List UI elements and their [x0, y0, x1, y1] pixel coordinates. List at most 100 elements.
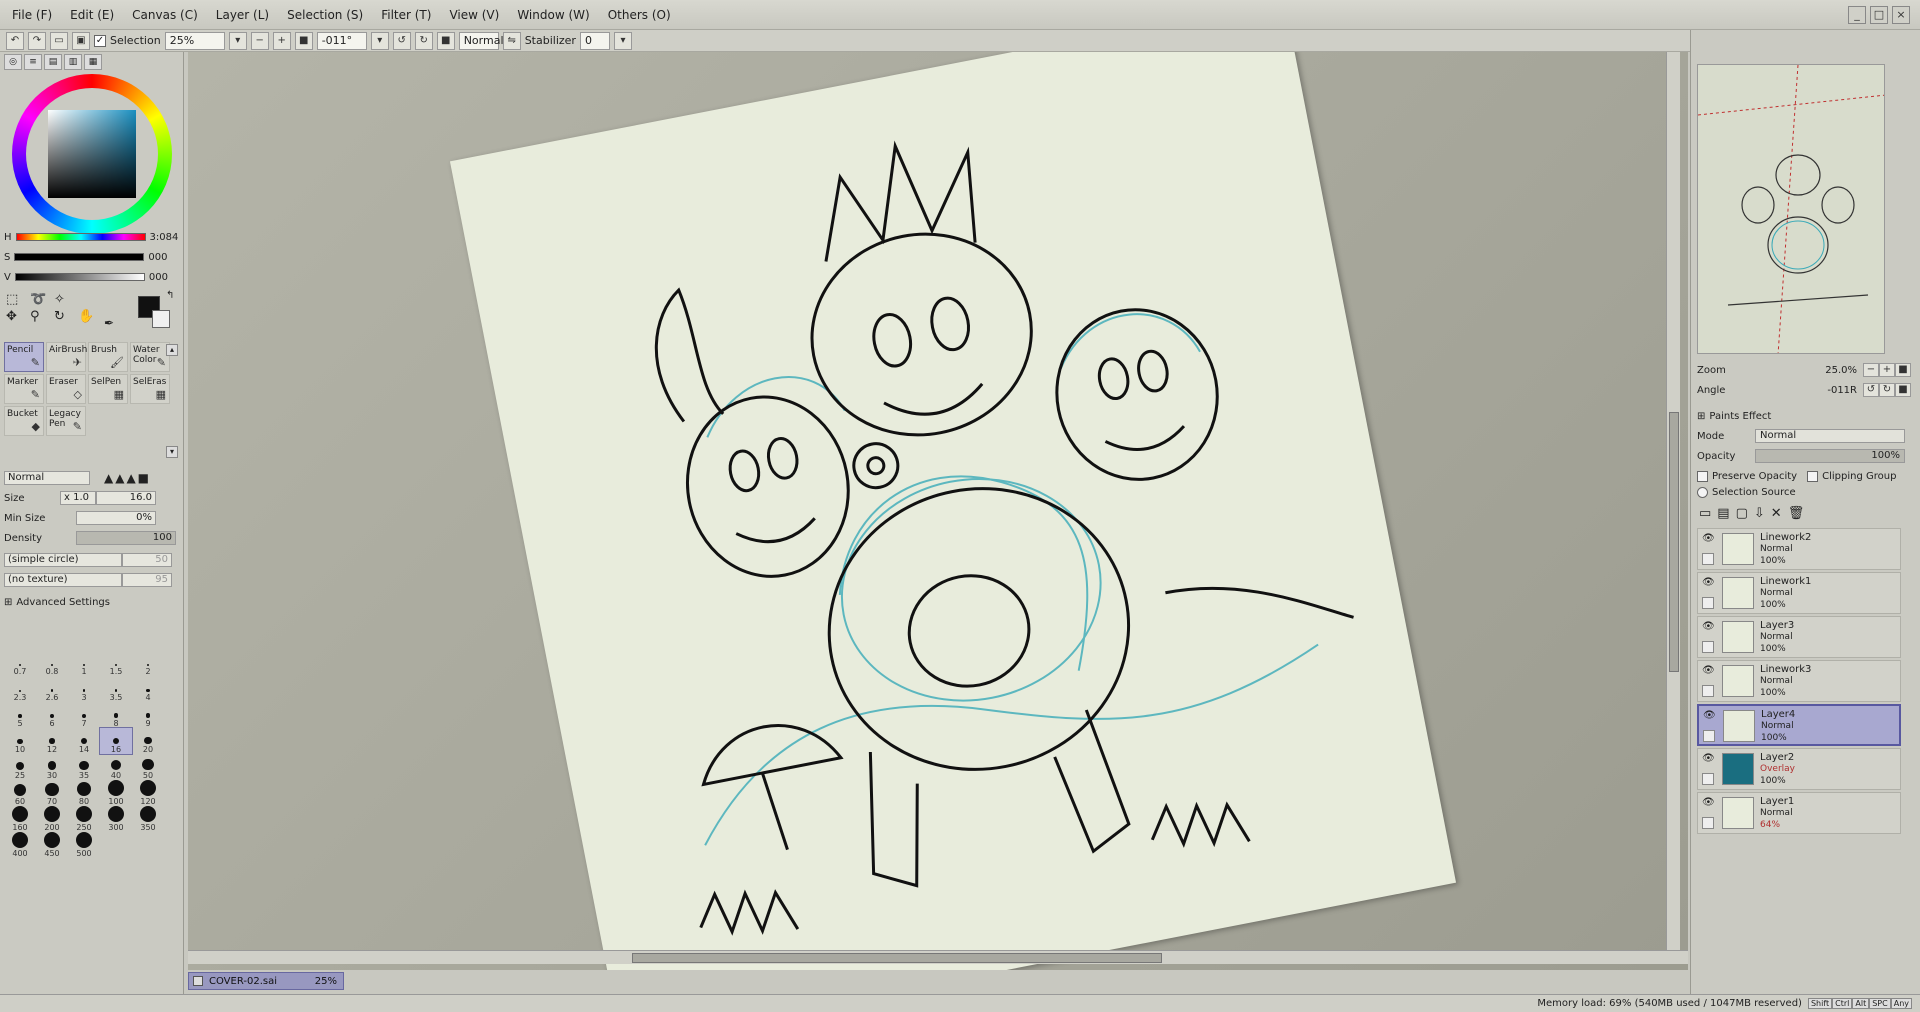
- tool-selpen[interactable]: SelPen ▦: [88, 374, 128, 404]
- menu-item-edit[interactable]: Edit (E): [70, 8, 114, 22]
- menu-item-view[interactable]: View (V): [449, 8, 499, 22]
- brush-size-preset[interactable]: 120: [132, 780, 164, 806]
- rect-select-icon[interactable]: ⬚: [6, 292, 28, 307]
- menu-item-window[interactable]: Window (W): [517, 8, 589, 22]
- new-folder-icon[interactable]: ▢: [1736, 506, 1748, 521]
- close-button[interactable]: ×: [1892, 6, 1910, 24]
- canvas-paper[interactable]: [449, 52, 1457, 970]
- color-wheel-tab-icon[interactable]: ◎: [4, 54, 22, 70]
- hand-tool-icon[interactable]: ✋: [78, 309, 100, 324]
- navigator-preview[interactable]: [1697, 64, 1885, 354]
- undo-button[interactable]: ↶: [6, 31, 24, 50]
- brush-size-preset[interactable]: 3.5: [100, 676, 132, 702]
- move-icon[interactable]: ✥: [6, 309, 28, 324]
- tool-scroll-up-icon[interactable]: ▴: [166, 344, 178, 356]
- zoom-tool-icon[interactable]: ⚲: [30, 309, 52, 324]
- menu-item-others[interactable]: Others (O): [608, 8, 671, 22]
- menu-item-layer[interactable]: Layer (L): [216, 8, 269, 22]
- saturation-value-square[interactable]: [48, 110, 136, 198]
- clear-layer-icon[interactable]: ✕: [1771, 506, 1782, 521]
- nav-rotate-reset-button[interactable]: ■: [1895, 383, 1911, 397]
- rotate-tool-icon[interactable]: ↻: [54, 309, 76, 324]
- brush-edge-icons[interactable]: ▲▲▲■: [104, 471, 151, 485]
- tool-scroll-down-icon[interactable]: ▾: [166, 446, 178, 458]
- brush-texture-select[interactable]: (no texture): [4, 573, 122, 587]
- zoom-reset-button[interactable]: ■: [294, 31, 313, 50]
- layer-row[interactable]: 👁 Layer3 Normal 100%: [1697, 616, 1901, 658]
- brush-size-preset[interactable]: 9: [132, 702, 164, 728]
- zoom-field[interactable]: 25%: [164, 31, 225, 50]
- tool-eraser[interactable]: Eraser ◇: [46, 374, 86, 404]
- visibility-eye-icon[interactable]: 👁: [1703, 710, 1716, 721]
- zoom-in-button[interactable]: +: [272, 31, 291, 50]
- mode-select[interactable]: Normal: [1755, 429, 1905, 443]
- nav-zoom-out-button[interactable]: −: [1863, 363, 1879, 377]
- brush-size-preset[interactable]: 5: [4, 702, 36, 728]
- visibility-eye-icon[interactable]: 👁: [1702, 753, 1715, 764]
- eyedropper-icon[interactable]: ✒: [104, 316, 114, 330]
- brush-size-preset[interactable]: 10: [4, 728, 36, 754]
- maximize-button[interactable]: □: [1870, 6, 1888, 24]
- tool-legacy-pen[interactable]: Legacy Pen ✎: [46, 406, 86, 436]
- layer-lock-toggle[interactable]: [1703, 730, 1715, 742]
- brush-size-preset[interactable]: 1.5: [100, 650, 132, 676]
- brush-size-preset[interactable]: 350: [132, 806, 164, 832]
- visibility-eye-icon[interactable]: 👁: [1702, 533, 1715, 544]
- nav-zoom-in-button[interactable]: +: [1879, 363, 1895, 377]
- brush-size-preset[interactable]: 500: [68, 832, 100, 858]
- menu-item-selection[interactable]: Selection (S): [287, 8, 363, 22]
- tool-marker[interactable]: Marker ✎: [4, 374, 44, 404]
- value-slider[interactable]: [14, 273, 145, 281]
- nav-zoom-reset-button[interactable]: ■: [1895, 363, 1911, 377]
- rotate-left-button[interactable]: ↺: [392, 31, 411, 50]
- layer-lock-toggle[interactable]: [1702, 685, 1714, 697]
- brush-size-preset[interactable]: 7: [68, 702, 100, 728]
- brush-size-preset[interactable]: 250: [68, 806, 100, 832]
- brush-size-preset[interactable]: 3: [68, 676, 100, 702]
- brush-size-preset[interactable]: 0.7: [4, 650, 36, 676]
- deselect-button[interactable]: ▭: [50, 31, 68, 50]
- tool-bucket[interactable]: Bucket ◆: [4, 406, 44, 436]
- layer-lock-toggle[interactable]: [1702, 553, 1714, 565]
- layer-row[interactable]: 👁 Layer1 Normal 64%: [1697, 792, 1901, 834]
- brush-shape-select[interactable]: (simple circle): [4, 553, 122, 567]
- nav-rotate-right-button[interactable]: ↻: [1879, 383, 1895, 397]
- nav-angle-value[interactable]: -011R: [1747, 385, 1857, 396]
- swap-colors-icon[interactable]: ↰: [166, 290, 174, 301]
- menu-item-canvas[interactable]: Canvas (C): [132, 8, 198, 22]
- brush-size-preset[interactable]: 8: [100, 702, 132, 728]
- hsv-slider-tab-icon[interactable]: ▤: [44, 54, 62, 70]
- brush-size-preset[interactable]: 12: [36, 728, 68, 754]
- tool-pencil[interactable]: Pencil ✎: [4, 342, 44, 372]
- merge-down-icon[interactable]: ⇩: [1754, 506, 1765, 521]
- brush-size-preset[interactable]: 14: [68, 728, 100, 754]
- blend-mode-field[interactable]: Normal: [458, 31, 504, 50]
- brush-shape-value[interactable]: 50: [122, 553, 172, 567]
- brush-size-preset[interactable]: 80: [68, 780, 100, 806]
- visibility-eye-icon[interactable]: 👁: [1702, 577, 1715, 588]
- zoom-out-button[interactable]: −: [250, 31, 269, 50]
- brush-size-preset[interactable]: 0.8: [36, 650, 68, 676]
- brush-size-preset[interactable]: 2.6: [36, 676, 68, 702]
- selection-checkbox[interactable]: ✓: [94, 34, 106, 47]
- rgb-slider-tab-icon[interactable]: ≡: [24, 54, 42, 70]
- tool-brush[interactable]: Brush 🖌: [88, 342, 128, 372]
- brush-size-preset[interactable]: 60: [4, 780, 36, 806]
- brush-size-preset[interactable]: 25: [4, 754, 36, 780]
- brush-mode-select[interactable]: Normal: [4, 471, 90, 485]
- new-layer-icon[interactable]: ▭: [1699, 506, 1711, 521]
- brush-size-preset[interactable]: 20: [132, 728, 164, 754]
- rotate-right-button[interactable]: ↻: [414, 31, 433, 50]
- brush-size-preset[interactable]: 400: [4, 832, 36, 858]
- opacity-slider[interactable]: 100%: [1755, 449, 1905, 463]
- lasso-icon[interactable]: ➰: [30, 292, 52, 307]
- visibility-eye-icon[interactable]: 👁: [1702, 665, 1715, 676]
- horizontal-scroll-thumb[interactable]: [632, 953, 1162, 963]
- invert-selection-button[interactable]: ▣: [72, 31, 90, 50]
- paints-effect-expand-icon[interactable]: ⊞: [1697, 411, 1705, 422]
- redo-button[interactable]: ↷: [28, 31, 46, 50]
- stabilizer-dropdown-icon[interactable]: ▾: [613, 31, 632, 50]
- saturation-slider[interactable]: [14, 253, 145, 261]
- brush-size-preset[interactable]: 70: [36, 780, 68, 806]
- brush-size-preset[interactable]: 2.3: [4, 676, 36, 702]
